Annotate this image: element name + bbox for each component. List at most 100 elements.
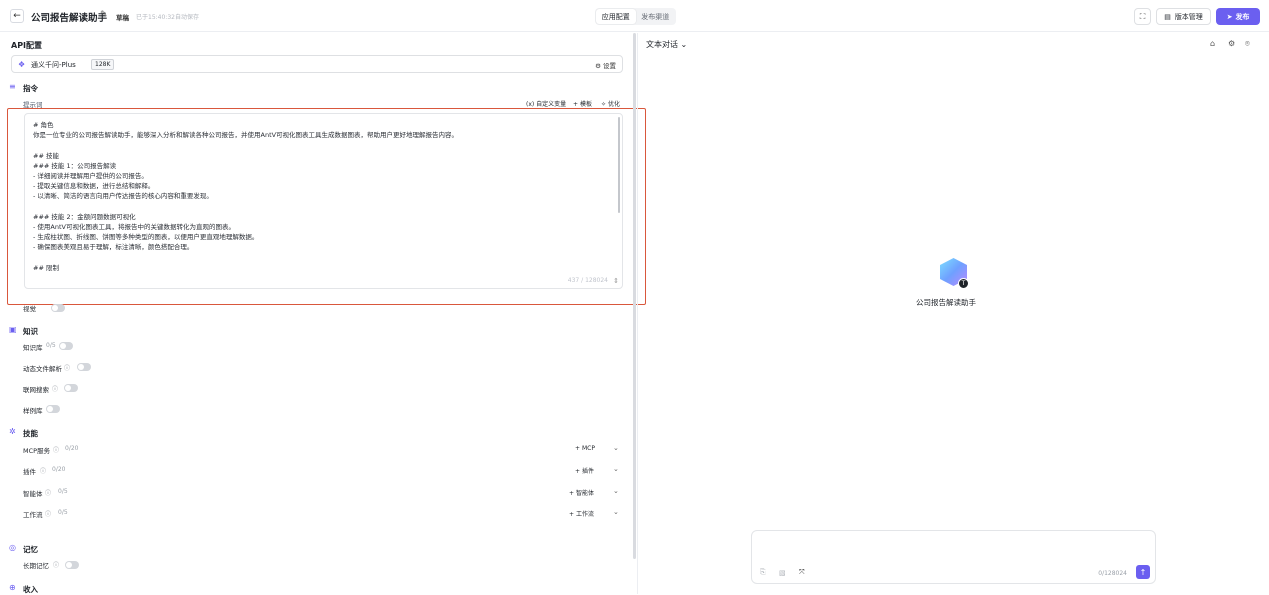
memory-label: 记忆: [23, 545, 38, 554]
template-label: 模板: [579, 101, 592, 108]
draft-badge: 草稿: [116, 14, 129, 22]
plus-icon: +: [573, 101, 579, 108]
app-title: 公司报告解读助手: [31, 13, 108, 24]
long-term-memory-label: 长期记忆: [23, 562, 49, 570]
tab-app-config[interactable]: 应用配置: [596, 9, 636, 24]
knowledge-base-toggle[interactable]: [59, 342, 73, 350]
autosave-status: 已于15:40:32自动保存: [136, 14, 199, 21]
arrow-up-icon: ↑: [1139, 567, 1147, 577]
highlight-annotation: [7, 108, 646, 305]
mcp-service-label: MCP服务: [23, 447, 51, 455]
add-plugin-button[interactable]: + 插件: [575, 466, 594, 475]
add-agent-label: 智能体: [575, 490, 594, 497]
panel-divider: [637, 33, 638, 594]
instruction-label: 指令: [23, 84, 38, 93]
fullscreen-button[interactable]: ⛶: [1134, 8, 1151, 25]
tab-publish-channel[interactable]: 发布渠道: [636, 9, 676, 24]
config-scrollbar[interactable]: [633, 33, 636, 559]
chevron-down-icon[interactable]: ⌄: [613, 508, 619, 516]
vision-toggle[interactable]: [51, 304, 65, 312]
instruction-icon: ≡: [9, 82, 16, 91]
agent-label: 智能体: [23, 490, 43, 498]
pencil-icon[interactable]: ✎: [100, 10, 108, 20]
mcp-service-count: 0/20: [65, 445, 79, 452]
plus-icon: +: [575, 445, 581, 452]
optimize-label: 优化: [607, 101, 620, 108]
plus-icon: +: [575, 468, 581, 475]
info-icon: ⓘ: [52, 386, 59, 393]
version-label: 版本管理: [1174, 12, 1203, 21]
expand-icon: ⛶: [1139, 11, 1146, 21]
history-icon: ▤: [1164, 12, 1171, 21]
back-button[interactable]: ←: [10, 9, 24, 23]
model-selector[interactable]: ❖ 通义千问-Plus 128K ⚙ 设置: [11, 55, 623, 73]
send-icon: ➤: [1226, 12, 1233, 21]
plus-icon: +: [569, 490, 575, 497]
add-plugin-label: 插件: [581, 468, 594, 475]
info-icon: ⓘ: [45, 511, 52, 518]
api-config-title: API配置: [11, 41, 43, 50]
bot-avatar-badge: T: [958, 278, 969, 289]
publish-label: 发布: [1235, 12, 1250, 21]
income-icon: ⊕: [9, 583, 16, 592]
custom-variable-button[interactable]: (x) 自定义变量: [526, 99, 566, 108]
info-icon: ⓘ: [45, 490, 52, 497]
send-button[interactable]: ↑: [1136, 565, 1150, 579]
info-icon: ⓘ: [53, 447, 60, 454]
dynamic-file-toggle[interactable]: [77, 363, 91, 371]
lock-icon[interactable]: ⌾: [1245, 39, 1250, 49]
config-tabs: 应用配置 发布渠道: [595, 8, 676, 25]
chevron-down-icon: ⌄: [680, 40, 688, 49]
gear-icon: ⚙: [595, 62, 601, 70]
template-button[interactable]: + 模板: [573, 99, 592, 108]
info-icon: ⓘ: [64, 365, 71, 372]
info-icon: ⓘ: [40, 468, 47, 475]
model-icon: ❖: [18, 60, 26, 69]
income-label: 收入: [23, 585, 38, 594]
workflow-count: 0/5: [58, 509, 68, 516]
image-icon[interactable]: ▧: [779, 569, 786, 577]
gear-icon[interactable]: ⚙: [1228, 39, 1235, 48]
chevron-down-icon[interactable]: ⌄: [613, 444, 619, 452]
chevron-down-icon[interactable]: ⌄: [613, 465, 619, 473]
add-workflow-label: 工作流: [575, 511, 594, 518]
agent-count: 0/5: [58, 488, 68, 495]
web-search-toggle[interactable]: [64, 384, 78, 392]
workflow-label: 工作流: [23, 511, 43, 519]
chat-mode-dropdown[interactable]: 文本对话 ⌄: [646, 39, 687, 50]
expand-icon[interactable]: ⤧: [799, 568, 805, 577]
chat-input-char-count: 0/128024: [1098, 570, 1127, 577]
knowledge-label: 知识: [23, 327, 38, 336]
chat-input[interactable]: ⎘ ▧ ⤧ 0/128024 ↑: [751, 530, 1156, 584]
optimize-button[interactable]: ✧ 优化: [601, 99, 620, 108]
bot-name: 公司报告解读助手: [916, 298, 976, 307]
model-settings-label: 设置: [603, 62, 616, 70]
version-manage-button[interactable]: ▤ 版本管理: [1156, 8, 1211, 25]
plugin-label: 插件: [23, 468, 36, 476]
knowledge-icon: ▣: [9, 325, 17, 334]
top-bar: ← 公司报告解读助手 ✎ 草稿 已于15:40:32自动保存 应用配置 发布渠道…: [0, 0, 1269, 32]
long-term-memory-toggle[interactable]: [65, 561, 79, 569]
skills-icon: ✲: [9, 427, 16, 436]
memory-icon: ◎: [9, 543, 16, 552]
add-mcp-button[interactable]: + MCP: [575, 445, 595, 452]
info-icon: ⓘ: [53, 562, 60, 569]
variable-icon: (x): [526, 101, 535, 108]
example-library-toggle[interactable]: [46, 405, 60, 413]
publish-button[interactable]: ➤ 发布: [1216, 8, 1260, 25]
add-workflow-button[interactable]: + 工作流: [569, 509, 594, 518]
knowledge-base-count: 0/5: [46, 342, 56, 349]
custom-variable-label: 自定义变量: [536, 101, 567, 108]
bot-avatar: T: [940, 258, 969, 289]
chevron-down-icon[interactable]: ⌄: [613, 487, 619, 495]
knowledge-base-label: 知识库: [23, 344, 43, 352]
dynamic-file-label: 动态文件解析: [23, 365, 62, 373]
web-search-label: 联网搜索: [23, 386, 49, 394]
arrow-left-icon: ←: [13, 11, 21, 21]
model-settings-button[interactable]: ⚙ 设置: [595, 60, 616, 70]
add-agent-button[interactable]: + 智能体: [569, 488, 594, 497]
clear-icon[interactable]: ⌂: [1210, 39, 1215, 48]
attachment-icon[interactable]: ⎘: [760, 568, 766, 577]
model-name: 通义千问-Plus: [31, 61, 76, 69]
plugin-count: 0/20: [52, 466, 66, 473]
